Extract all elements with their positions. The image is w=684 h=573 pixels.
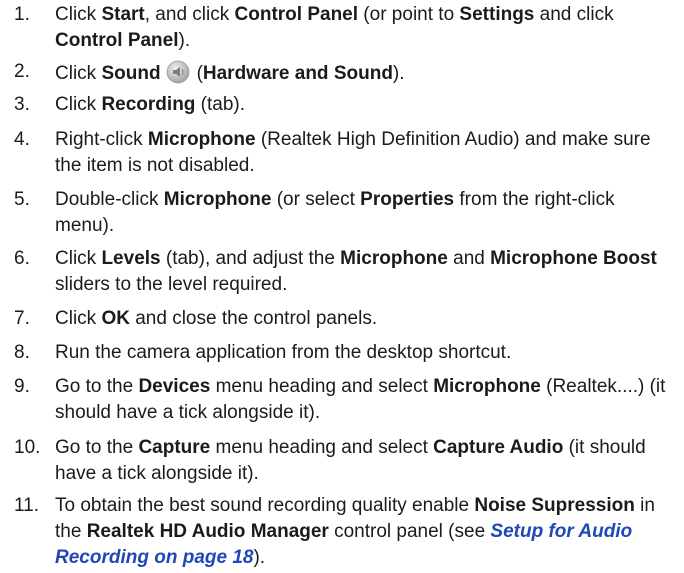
step-6: 6. Click Levels (tab), and adjust the Mi… [0, 246, 684, 300]
step-number: 7. [14, 308, 30, 329]
step-number: 8. [14, 342, 30, 363]
step-8: 8. Run the camera application from the d… [0, 340, 684, 370]
step-text: Right-click Microphone (Realtek High Def… [55, 129, 651, 176]
step-text: Run the camera application from the desk… [55, 342, 512, 363]
step-number: 4. [14, 129, 30, 150]
step-number: 1. [14, 4, 30, 25]
step-number: 9. [14, 376, 30, 397]
step-text: To obtain the best sound recording quali… [55, 495, 655, 568]
step-text: Click OK and close the control panels. [55, 308, 378, 329]
step-9: 9. Go to the Devices menu heading and se… [0, 374, 684, 428]
step-2: 2. Click Sound (Hardware and Sound). [0, 59, 684, 89]
step-text: Click Levels (tab), and adjust the Micro… [55, 248, 657, 295]
step-text: Click Sound (Hardware and Sound). [55, 59, 670, 87]
step-number: 6. [14, 248, 30, 269]
step-text: Go to the Capture menu heading and selec… [55, 437, 646, 484]
step-text: Click Start, and click Control Panel (or… [55, 4, 614, 51]
step-number: 2. [14, 61, 30, 82]
step-number: 5. [14, 189, 30, 210]
step-7: 7. Click OK and close the control panels… [0, 306, 684, 336]
step-text: Double-click Microphone (or select Prope… [55, 189, 615, 236]
step-text: Click Recording (tab). [55, 94, 246, 115]
step-10: 10. Go to the Capture menu heading and s… [0, 435, 684, 489]
step-1: 1. Click Start, and click Control Panel … [0, 2, 684, 56]
step-3: 3. Click Recording (tab). [0, 92, 684, 122]
step-text: Go to the Devices menu heading and selec… [55, 376, 666, 423]
step-number: 11. [14, 495, 40, 516]
step-number: 10. [14, 437, 41, 458]
step-number: 3. [14, 94, 30, 115]
step-11: 11. To obtain the best sound recording q… [0, 493, 684, 573]
speaker-icon [165, 59, 191, 85]
step-4: 4. Right-click Microphone (Realtek High … [0, 127, 684, 181]
instruction-document: 1. Click Start, and click Control Panel … [0, 0, 684, 573]
step-5: 5. Double-click Microphone (or select Pr… [0, 187, 684, 241]
